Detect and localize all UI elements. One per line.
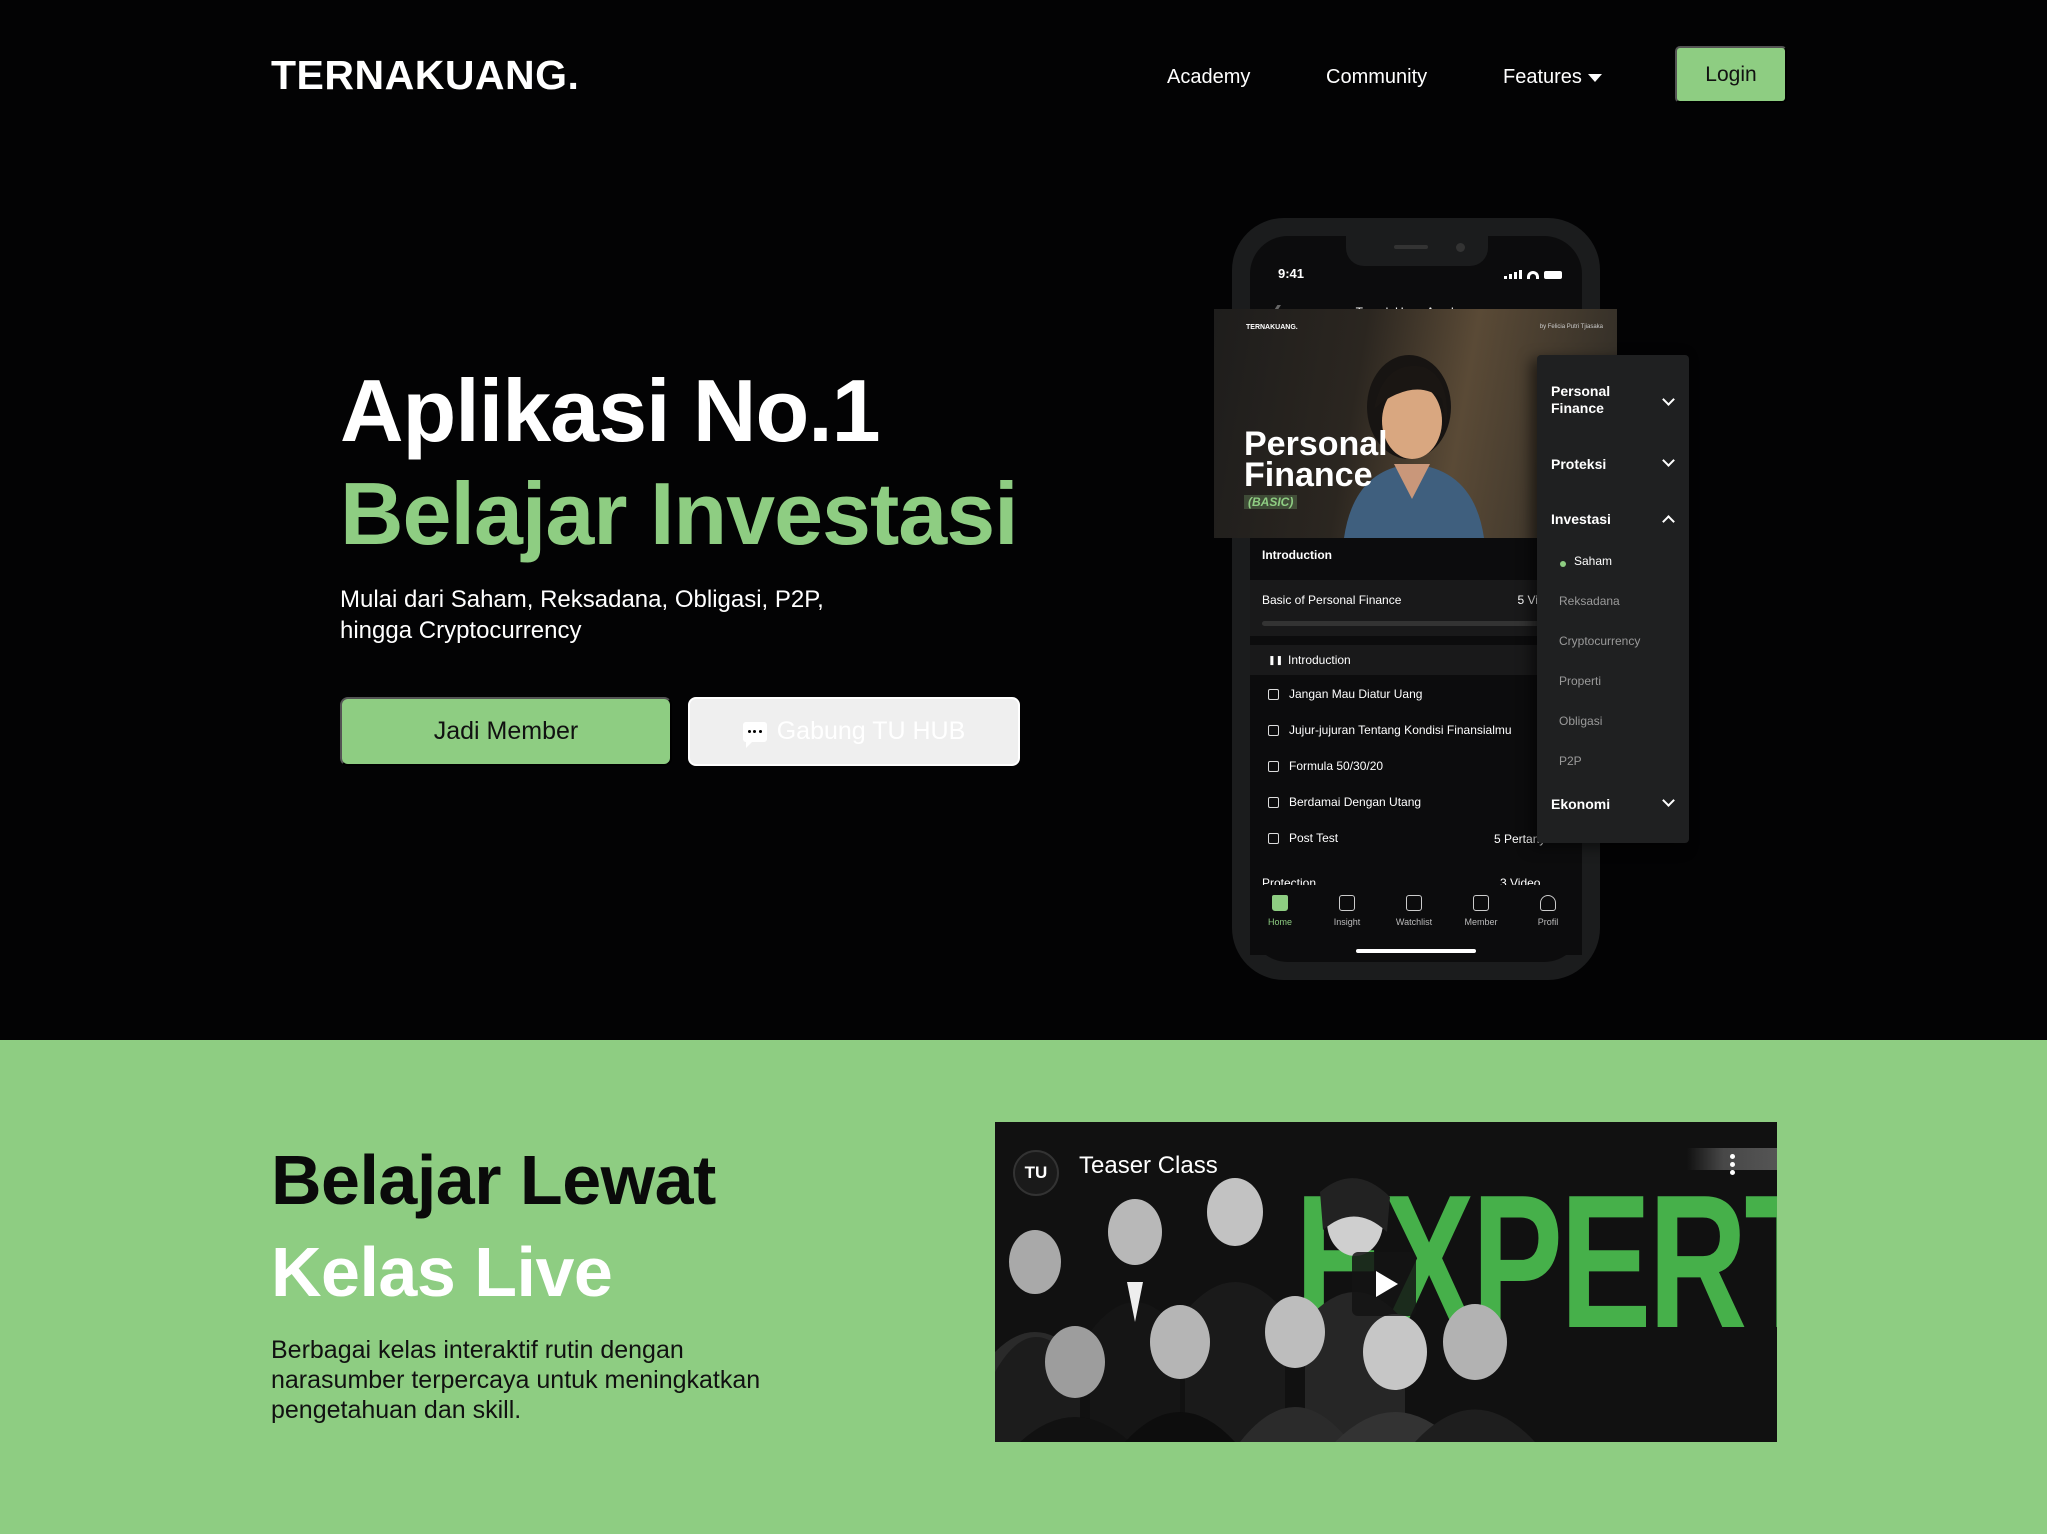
tab-insight-label: Insight bbox=[1333, 917, 1361, 927]
card-logo: TERNAKUANG. bbox=[1246, 324, 1298, 331]
category-proteksi[interactable]: Proteksi bbox=[1551, 456, 1606, 473]
home-indicator bbox=[1356, 949, 1476, 953]
tab-member[interactable]: Member bbox=[1451, 895, 1511, 927]
subcategory-cryptocurrency[interactable]: Cryptocurrency bbox=[1559, 634, 1640, 648]
checkbox-icon[interactable] bbox=[1268, 760, 1279, 772]
nav-link-features-label: Features bbox=[1503, 66, 1582, 88]
hero-subtitle: Mulai dari Saham, Reksadana, Obligasi, P… bbox=[340, 586, 824, 644]
chevron-up-icon[interactable] bbox=[1662, 515, 1675, 528]
subcategory-saham[interactable]: Saham bbox=[1574, 554, 1612, 568]
phone-notch bbox=[1346, 236, 1488, 266]
lesson-item[interactable]: Jujur-jujuran Tentang Kondisi Finansialm… bbox=[1268, 723, 1512, 737]
subcategory-properti[interactable]: Properti bbox=[1559, 674, 1601, 688]
lesson-label: Formula 50/30/20 bbox=[1289, 759, 1384, 773]
category-ekonomi[interactable]: Ekonomi bbox=[1551, 796, 1610, 813]
subcategory-obligasi[interactable]: Obligasi bbox=[1559, 714, 1602, 728]
checkbox-icon[interactable] bbox=[1268, 724, 1279, 736]
tab-watchlist-label: Watchlist bbox=[1395, 917, 1433, 927]
home-icon bbox=[1272, 895, 1288, 911]
section-header: Introduction bbox=[1262, 548, 1332, 562]
caret-down-icon bbox=[1587, 73, 1602, 82]
card-title-line2: Finance bbox=[1244, 456, 1373, 494]
card-icon bbox=[1473, 895, 1489, 911]
bottom-tab-bar: Home Insight Watchlist Member Profil bbox=[1250, 885, 1582, 955]
hero-title-line2: Belajar Investasi bbox=[340, 464, 1019, 563]
user-icon bbox=[1540, 895, 1556, 911]
join-tu-hub-button[interactable]: Gabung TU HUB bbox=[688, 697, 1020, 766]
tab-watchlist[interactable]: Watchlist bbox=[1384, 895, 1444, 927]
card-byline: by Felicia Putri Tjiasaka bbox=[1539, 324, 1603, 330]
active-dot-icon bbox=[1560, 561, 1566, 567]
lesson-label: Post Test bbox=[1289, 831, 1339, 845]
channel-avatar[interactable]: TU bbox=[1013, 1150, 1059, 1196]
chevron-down-icon[interactable] bbox=[1662, 794, 1675, 807]
tab-home-label: Home bbox=[1267, 917, 1292, 927]
brand-logo[interactable]: TERNAKUANG. bbox=[271, 52, 579, 99]
live-description: Berbagai kelas interaktif rutin dengan n… bbox=[271, 1336, 761, 1424]
lesson-label: Berdamai Dengan Utang bbox=[1289, 795, 1422, 809]
tab-insight[interactable]: Insight bbox=[1317, 895, 1377, 927]
now-playing-row[interactable]: ❚❚ Introduction bbox=[1250, 645, 1582, 675]
live-title-line1: Belajar Lewat bbox=[271, 1141, 716, 1219]
hero-title-line1: Aplikasi No.1 bbox=[340, 361, 881, 460]
video-title[interactable]: Teaser Class bbox=[1079, 1152, 1218, 1180]
pause-icon: ❚❚ bbox=[1268, 655, 1284, 665]
chevron-down-icon[interactable] bbox=[1662, 393, 1675, 406]
category-personal-finance[interactable]: Personal Finance bbox=[1551, 383, 1641, 417]
live-title-line2: Kelas Live bbox=[271, 1233, 613, 1311]
category-menu: Personal Finance Proteksi Investasi Saha… bbox=[1537, 355, 1689, 843]
more-vertical-icon[interactable] bbox=[1730, 1154, 1735, 1175]
status-time: 9:41 bbox=[1278, 266, 1305, 281]
battery-icon bbox=[1544, 271, 1562, 279]
signal-icon bbox=[1504, 270, 1522, 279]
status-icons bbox=[1504, 270, 1562, 279]
module-label: Basic of Personal Finance bbox=[1262, 593, 1402, 607]
chat-bubble-icon bbox=[742, 721, 767, 748]
card-title: Personal Finance bbox=[1244, 427, 1388, 494]
nav-link-features[interactable]: Features bbox=[1503, 66, 1602, 89]
nav-link-community[interactable]: Community bbox=[1326, 66, 1427, 89]
nav-link-academy[interactable]: Academy bbox=[1167, 66, 1250, 89]
teaser-video-player[interactable]: EXPERT TU Teaser Class bbox=[995, 1122, 1777, 1442]
chart-icon bbox=[1406, 895, 1422, 911]
category-label: Personal Finance bbox=[1551, 383, 1611, 416]
lesson-item[interactable]: Berdamai Dengan Utang bbox=[1268, 795, 1421, 809]
module-row[interactable]: Basic of Personal Finance 5 Video bbox=[1250, 580, 1582, 636]
checkbox-icon[interactable] bbox=[1268, 796, 1279, 808]
play-icon bbox=[1375, 1271, 1398, 1297]
now-playing-label: Introduction bbox=[1288, 653, 1351, 667]
lesson-label: Jujur-jujuran Tentang Kondisi Finansialm… bbox=[1289, 723, 1512, 737]
tab-home[interactable]: Home bbox=[1250, 895, 1310, 927]
tab-member-label: Member bbox=[1464, 917, 1498, 927]
module-progress-bar bbox=[1262, 621, 1562, 626]
wifi-icon bbox=[1527, 271, 1539, 279]
top-nav: TERNAKUANG. Academy Community Features L… bbox=[0, 0, 2047, 150]
lesson-item[interactable]: Post Test bbox=[1268, 831, 1338, 845]
subcategory-reksadana[interactable]: Reksadana bbox=[1559, 594, 1620, 608]
checkbox-icon[interactable] bbox=[1268, 688, 1279, 700]
lesson-label: Jangan Mau Diatur Uang bbox=[1289, 687, 1423, 701]
play-button[interactable] bbox=[1352, 1252, 1416, 1316]
tab-profil[interactable]: Profil bbox=[1518, 895, 1578, 927]
join-tu-hub-label: Gabung TU HUB bbox=[776, 717, 966, 745]
lesson-item[interactable]: Formula 50/30/20 bbox=[1268, 759, 1383, 773]
tab-profil-label: Profil bbox=[1537, 917, 1559, 927]
category-investasi[interactable]: Investasi bbox=[1551, 511, 1611, 528]
checkbox-icon[interactable] bbox=[1268, 832, 1279, 844]
login-button[interactable]: Login bbox=[1675, 46, 1787, 103]
subcategory-p2p[interactable]: P2P bbox=[1559, 754, 1582, 768]
document-icon bbox=[1339, 895, 1355, 911]
chevron-down-icon[interactable] bbox=[1662, 454, 1675, 467]
join-member-button[interactable]: Jadi Member bbox=[340, 697, 672, 766]
card-level-tag: (BASIC) bbox=[1244, 495, 1298, 509]
lesson-item[interactable]: Jangan Mau Diatur Uang bbox=[1268, 687, 1422, 701]
